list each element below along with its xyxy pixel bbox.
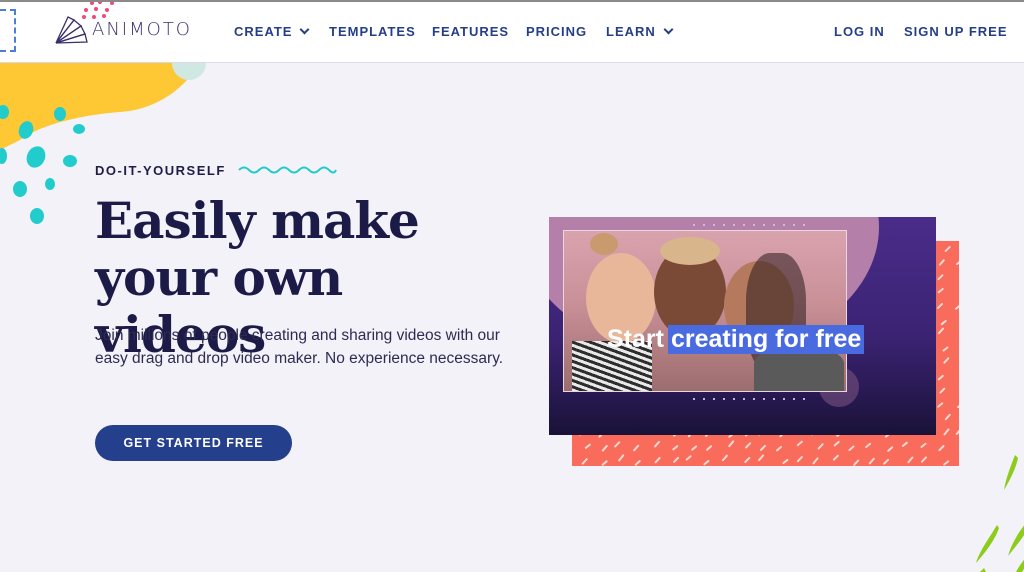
confetti-mark [944, 413, 951, 421]
confetti-mark [920, 456, 927, 463]
confetti-mark [937, 287, 944, 294]
confetti-mark [957, 405, 959, 409]
confetti-mark [938, 327, 945, 335]
hair [660, 237, 720, 265]
confetti-mark [634, 460, 641, 466]
confetti-mark [618, 454, 625, 462]
confetti-mark [584, 443, 591, 449]
confetti-mark [887, 446, 894, 452]
confetti-mark [601, 460, 608, 466]
eyebrow-label: DO-IT-YOURSELF [95, 163, 226, 178]
confetti-mark [706, 445, 713, 451]
confetti-mark [796, 456, 803, 463]
confetti-mark [883, 458, 890, 465]
confetti-mark [721, 454, 728, 462]
video-caption: Start creating for free [607, 325, 865, 354]
animoto-logo[interactable]: ANIMOTO [54, 14, 192, 44]
confetti-mark [654, 440, 661, 448]
confetti-mark [955, 429, 959, 435]
hair-bun [590, 233, 618, 255]
confetti-mark [944, 246, 951, 252]
confetti-mark [601, 444, 608, 452]
get-started-button[interactable]: GET STARTED FREE [95, 425, 292, 461]
confetti-mark [848, 445, 855, 452]
nav-features[interactable]: FEATURES [432, 24, 509, 39]
login-link[interactable]: LOG IN [834, 24, 885, 39]
dots-divider-top [689, 224, 809, 226]
confetti-mark [938, 259, 945, 266]
confetti-mark [691, 445, 698, 451]
confetti-mark [654, 456, 661, 464]
confetti-mark [943, 357, 950, 364]
confetti-mark [937, 374, 944, 381]
fan-logo-icon [55, 16, 88, 44]
confetti-mark [901, 441, 908, 447]
confetti-mark [614, 441, 621, 448]
confetti-mark [942, 346, 949, 352]
window-top-border [0, 0, 1024, 2]
nav-learn-label: LEARN [606, 24, 656, 39]
chevron-down-icon [663, 24, 674, 35]
green-brush-strokes-decoration [976, 455, 1024, 572]
confetti-mark [955, 305, 959, 310]
caption-plain: Start [607, 325, 664, 353]
confetti-mark [782, 458, 789, 464]
teal-brush-strokes-decoration [0, 105, 85, 224]
confetti-mark [745, 442, 752, 449]
video-thumbnail-photo [563, 230, 847, 392]
dashed-frame-decoration [0, 9, 16, 52]
confetti-mark [758, 454, 765, 462]
nav-create[interactable]: CREATE [234, 24, 310, 39]
confetti-mark [943, 428, 950, 436]
confetti-mark [937, 303, 944, 309]
confetti-mark [633, 444, 640, 452]
confetti-mark [703, 460, 710, 466]
confetti-mark [796, 440, 803, 447]
confetti-mark [920, 442, 927, 448]
dots-divider-bottom [689, 398, 809, 400]
nav-create-label: CREATE [234, 24, 293, 39]
signup-link[interactable]: SIGN UP FREE [904, 24, 1008, 39]
confetti-mark [940, 319, 947, 326]
confetti-mark [728, 440, 735, 448]
hero-description: Join millions of people creating and sha… [95, 327, 504, 367]
confetti-mark [868, 457, 875, 465]
nav-templates[interactable]: TEMPLATES [329, 24, 416, 39]
confetti-mark [956, 261, 959, 265]
confetti-mark [744, 456, 751, 463]
confetti-mark [853, 459, 860, 466]
confetti-mark [672, 445, 679, 451]
grey-sweater [754, 349, 844, 391]
logo-wordmark: ANIMOTO [92, 18, 192, 40]
confetti-mark [812, 457, 819, 465]
squiggle-decoration [238, 166, 337, 174]
confetti-mark [907, 456, 914, 464]
video-preview[interactable]: Start creating for free [549, 217, 936, 435]
nav-learn[interactable]: LEARN [606, 24, 674, 39]
confetti-mark [937, 402, 944, 408]
chevron-down-icon [300, 24, 310, 35]
confetti-mark [865, 442, 872, 449]
nav-pricing[interactable]: PRICING [526, 24, 587, 39]
confetti-mark [673, 456, 680, 463]
confetti-mark [759, 444, 766, 451]
caption-highlight: creating for free [667, 325, 865, 354]
confetti-mark [937, 274, 944, 281]
confetti-mark [832, 454, 839, 461]
confetti-mark [776, 445, 783, 452]
confetti-mark [581, 458, 588, 465]
confetti-mark [685, 455, 692, 461]
confetti-mark [817, 443, 824, 450]
confetti-mark [939, 387, 946, 394]
confetti-mark [833, 440, 840, 447]
